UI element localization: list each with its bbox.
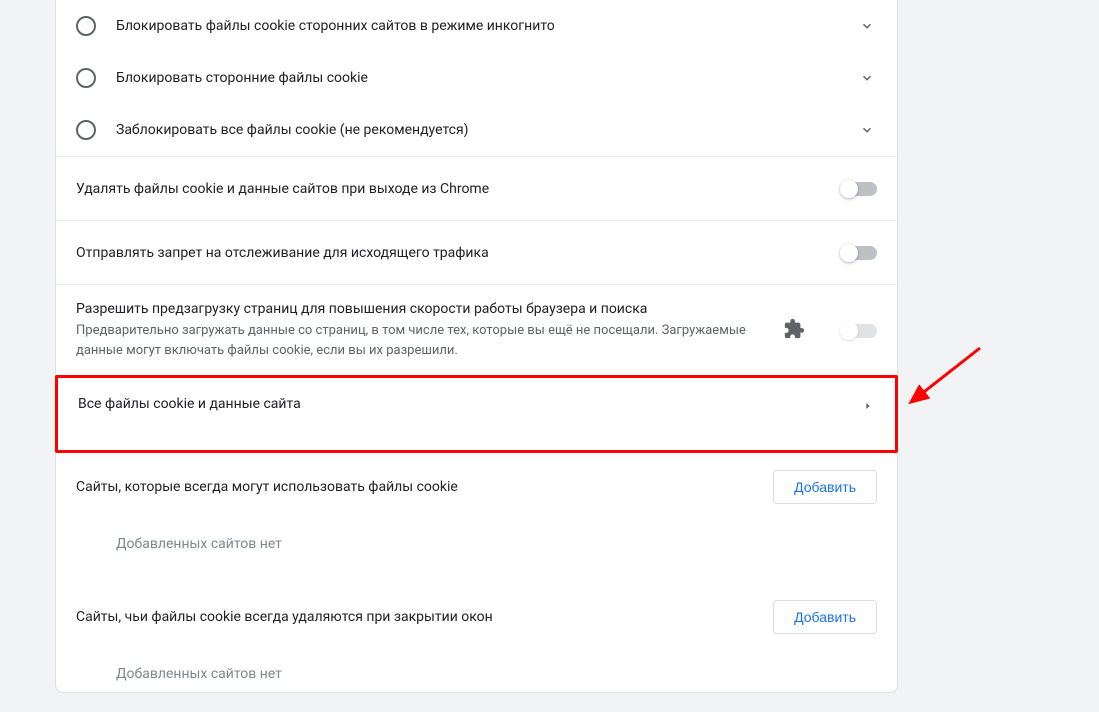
radio-icon [76, 68, 96, 88]
chevron-down-icon[interactable] [857, 68, 877, 88]
empty-state-text: Добавленных сайтов нет [56, 652, 897, 692]
add-button[interactable]: Добавить [773, 600, 877, 634]
radio-block-3p-incognito[interactable]: Блокировать файлы cookie сторонних сайто… [56, 0, 897, 52]
row-preload[interactable]: Разрешить предзагрузку страниц для повыш… [56, 285, 897, 376]
radio-icon [76, 120, 96, 140]
annotation-arrow [905, 340, 995, 410]
row-clear-on-exit[interactable]: Удалять файлы cookie и данные сайтов при… [56, 157, 897, 221]
chevron-down-icon[interactable] [857, 16, 877, 36]
row-all-cookies-data[interactable]: Все файлы cookie и данные сайта [55, 375, 898, 453]
section-title: Сайты, которые всегда могут использовать… [76, 479, 773, 495]
row-label: Все файлы cookie и данные сайта [78, 396, 863, 412]
add-button[interactable]: Добавить [773, 470, 877, 504]
cookie-settings-card: Блокировать файлы cookie сторонних сайто… [55, 0, 898, 693]
section-clear-on-close: Сайты, чьи файлы cookie всегда удаляются… [56, 582, 897, 652]
radio-block-all[interactable]: Заблокировать все файлы cookie (не реком… [56, 104, 897, 157]
empty-state-text: Добавленных сайтов нет [56, 522, 897, 582]
radio-icon [76, 16, 96, 36]
row-label: Отправлять запрет на отслеживание для ис… [76, 245, 829, 261]
chevron-down-icon[interactable] [857, 120, 877, 140]
row-label: Удалять файлы cookie и данные сайтов при… [76, 181, 829, 197]
toggle-switch [841, 324, 877, 338]
section-title: Сайты, чьи файлы cookie всегда удаляются… [76, 609, 773, 625]
radio-label: Блокировать сторонние файлы cookie [116, 70, 845, 86]
section-allow-cookies: Сайты, которые всегда могут использовать… [56, 452, 897, 522]
row-do-not-track[interactable]: Отправлять запрет на отслеживание для ис… [56, 221, 897, 285]
radio-block-3p[interactable]: Блокировать сторонние файлы cookie [56, 52, 897, 104]
row-label: Разрешить предзагрузку страниц для повыш… [76, 301, 771, 317]
toggle-switch[interactable] [841, 182, 877, 196]
chevron-right-icon [863, 396, 875, 408]
row-sublabel: Предварительно загружать данные со стран… [76, 321, 771, 360]
radio-label: Блокировать файлы cookie сторонних сайто… [116, 18, 845, 34]
extension-icon [783, 318, 805, 344]
radio-label: Заблокировать все файлы cookie (не реком… [116, 122, 845, 138]
toggle-switch[interactable] [841, 246, 877, 260]
